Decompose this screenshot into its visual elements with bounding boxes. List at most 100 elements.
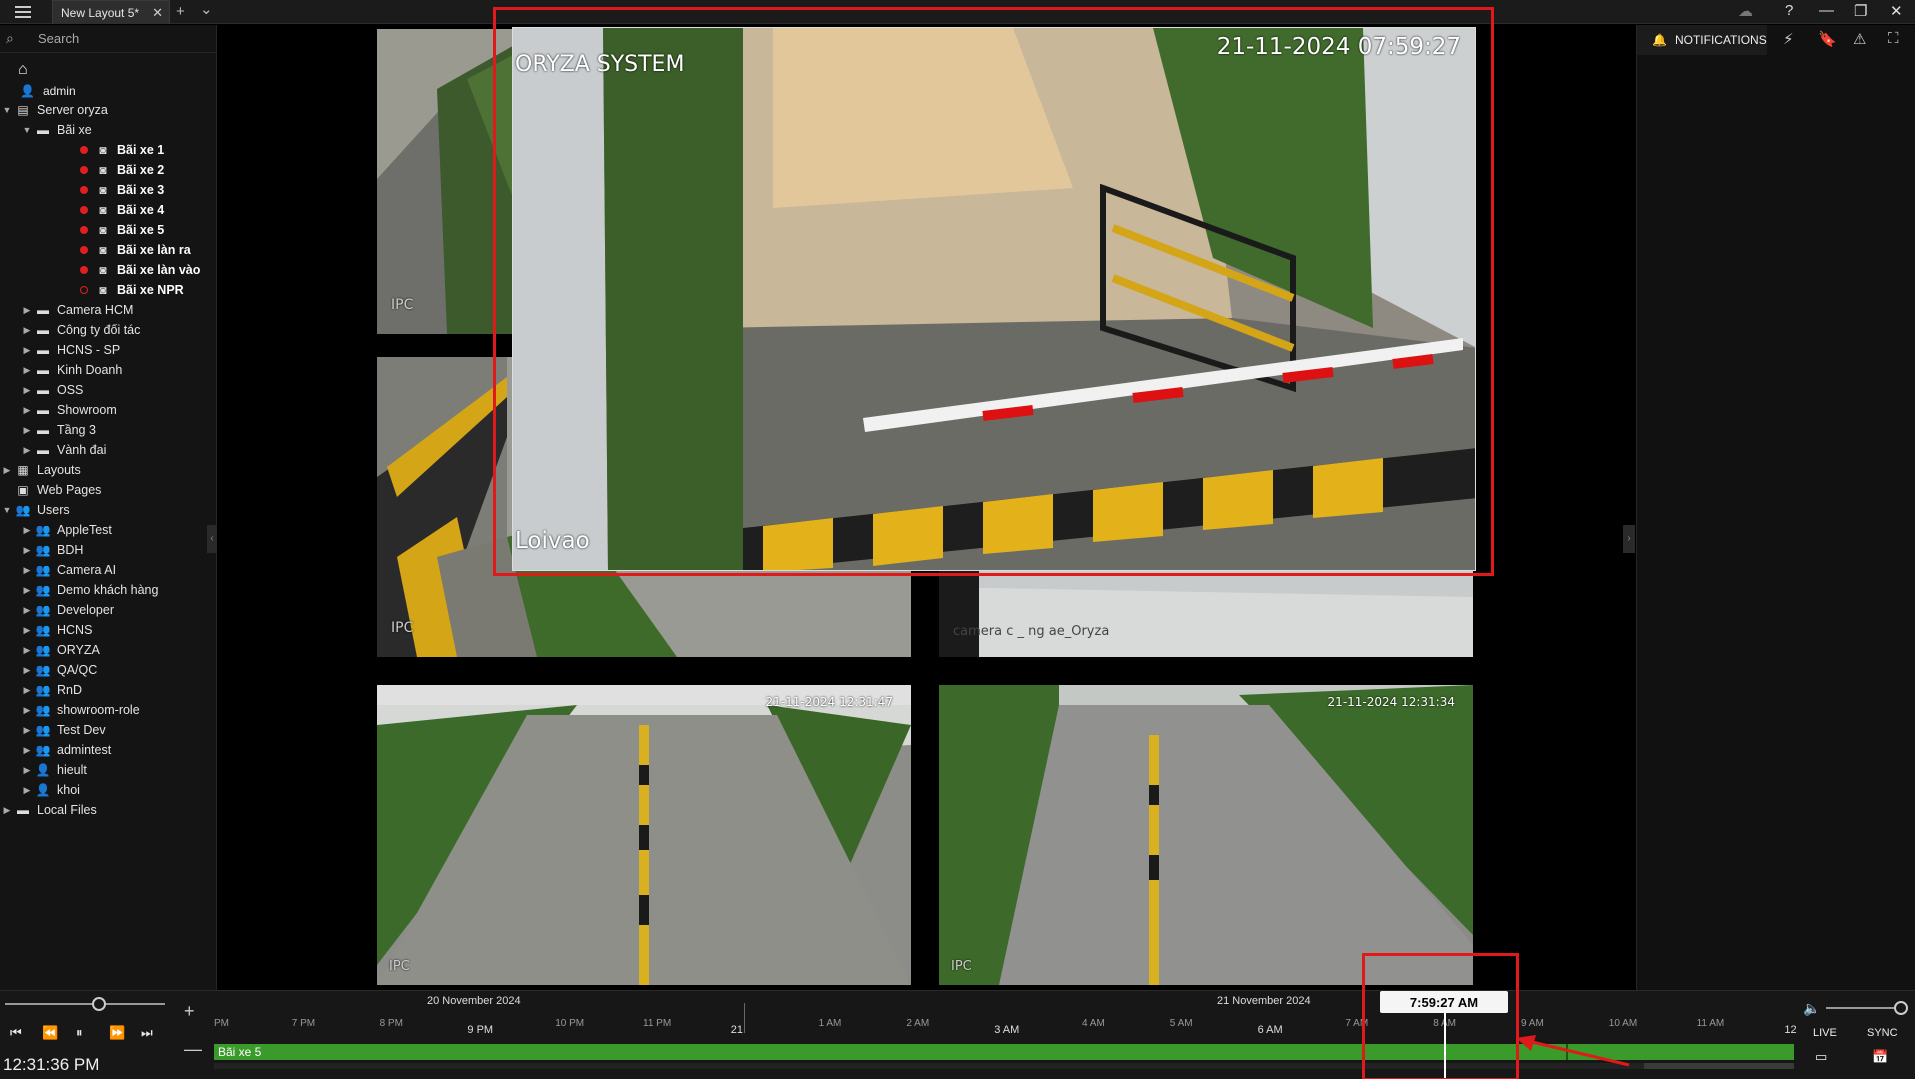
chevron-right-icon[interactable]: ▶ <box>20 785 34 796</box>
help-button[interactable]: ? <box>1785 2 1793 19</box>
timeline-zoom-in-button[interactable]: + <box>184 1001 195 1022</box>
chevron-right-icon[interactable]: ▶ <box>20 765 34 776</box>
rewind-icon[interactable]: ⏪ <box>42 1025 58 1041</box>
tree-item[interactable]: ▶ 👥 admintest <box>20 740 112 760</box>
tree-item[interactable]: ▶ 👤 hieult <box>20 760 87 780</box>
search-input[interactable]: ⌕ Search <box>0 25 217 53</box>
main-menu-button[interactable] <box>8 3 38 21</box>
restore-button[interactable]: ❐ <box>1854 2 1867 20</box>
chevron-down-icon[interactable]: ▼ <box>20 125 34 135</box>
tree-item[interactable]: ▶ 👥 Test Dev <box>20 720 106 740</box>
tree-item[interactable]: ▶ 👥 QA/QC <box>20 660 98 680</box>
chevron-right-icon[interactable]: ▶ <box>20 385 34 396</box>
tree-item[interactable]: ▶ ▬ Camera HCM <box>20 300 134 320</box>
camera-tile-bottom-left[interactable]: 21-11-2024 12:31:47 IPC <box>377 685 911 985</box>
chevron-right-icon[interactable]: ▶ <box>20 325 34 336</box>
tree-item[interactable]: ▶ 👥 showroom-role <box>20 700 140 720</box>
chevron-right-icon[interactable]: ▶ <box>20 445 34 456</box>
motion-icon[interactable]: ⚡ <box>1783 30 1794 48</box>
bookmark-icon[interactable]: 🔖 <box>1818 30 1837 48</box>
collapse-right-panel-button[interactable]: › <box>1623 525 1635 553</box>
tree-item[interactable]: ◙ Bãi xe 3 <box>40 180 164 200</box>
tree-item[interactable]: ◙ Bãi xe 1 <box>40 140 164 160</box>
minimize-button[interactable]: — <box>1819 2 1834 19</box>
chevron-right-icon[interactable]: ▶ <box>20 565 34 576</box>
tree-item[interactable]: ◙ Bãi xe NPR <box>40 280 184 300</box>
tree-item[interactable]: ▶ ▬ Showroom <box>20 400 117 420</box>
tab-close-icon[interactable]: ✕ <box>152 5 163 21</box>
tree-item[interactable]: ▶ 👤 khoi <box>20 780 80 800</box>
pause-icon[interactable]: ⏸ <box>76 1025 83 1041</box>
sync-button[interactable]: SYNC <box>1867 1027 1898 1039</box>
volume-slider[interactable] <box>1826 1007 1904 1009</box>
calendar-icon[interactable]: 📅 <box>1872 1049 1888 1065</box>
current-user[interactable]: 👤 admin <box>20 84 76 98</box>
chevron-right-icon[interactable]: ▶ <box>20 645 34 656</box>
tree-item[interactable]: ▶ ▬ Tầng 3 <box>20 420 96 440</box>
tree-item[interactable]: ▶ 👥 BDH <box>20 540 84 560</box>
tree-item[interactable]: ◙ Bãi xe làn vào <box>40 260 200 280</box>
tree-item[interactable]: ▣ Web Pages <box>0 480 101 500</box>
tree-item[interactable]: ▶ 👥 Developer <box>20 600 114 620</box>
chevron-right-icon[interactable]: ▶ <box>20 665 34 676</box>
tree-item[interactable]: ▶ ▬ Kinh Doanh <box>20 360 123 380</box>
collapse-left-panel-button[interactable]: ‹ <box>207 525 217 553</box>
warning-icon[interactable]: ⚠ <box>1853 30 1866 48</box>
playback-speed-slider[interactable] <box>5 1003 165 1005</box>
chevron-right-icon[interactable]: ▶ <box>20 745 34 756</box>
tree-item[interactable]: ▶ 👥 AppleTest <box>20 520 112 540</box>
fast-forward-icon[interactable]: ⏩ <box>109 1025 125 1041</box>
cloud-icon[interactable]: ☁ <box>1738 2 1753 20</box>
chevron-right-icon[interactable]: ▶ <box>0 465 14 476</box>
add-tab-button[interactable]: + <box>176 3 185 20</box>
tab-notifications[interactable]: 🔔 NOTIFICATIONS <box>1637 25 1767 55</box>
playback-speed-knob[interactable] <box>92 997 106 1011</box>
live-button[interactable]: LIVE <box>1813 1027 1837 1039</box>
tree-item[interactable]: ▶ 👥 ORYZA <box>20 640 100 660</box>
chevron-right-icon[interactable]: ▶ <box>20 305 34 316</box>
chevron-right-icon[interactable]: ▶ <box>20 585 34 596</box>
tab-layout[interactable]: New Layout 5* ✕ <box>52 0 170 24</box>
tree-item[interactable]: ◙ Bãi xe làn ra <box>40 240 191 260</box>
timeline-ruler[interactable]: 20 November 2024 21 November 2024 PM 7 PM… <box>214 953 1797 1079</box>
camera-tile-bottom-right[interactable]: 21-11-2024 12:31:34 IPC <box>939 685 1473 985</box>
tree-item[interactable]: ▶ 👥 Demo khách hàng <box>20 580 159 600</box>
tree-item[interactable]: ▼ ▬ Bãi xe <box>20 120 92 140</box>
chevron-right-icon[interactable]: ▶ <box>20 705 34 716</box>
timeline-zoom-out-button[interactable]: — <box>184 1039 202 1060</box>
tree-item[interactable]: ▼ 👥 Users <box>0 500 70 520</box>
tree-item[interactable]: ▶ ▬ Vành đai <box>20 440 107 460</box>
chevron-down-icon[interactable]: ▼ <box>0 105 14 115</box>
tree-item[interactable]: ▶ ▬ OSS <box>20 380 84 400</box>
chevron-right-icon[interactable]: ▶ <box>20 425 34 436</box>
tree-item[interactable]: ▶ ▬ HCNS - SP <box>20 340 121 360</box>
chevron-right-icon[interactable]: ▶ <box>20 725 34 736</box>
home-icon[interactable]: ⌂ <box>18 61 28 79</box>
tree-item[interactable]: ▶ ▦ Layouts <box>0 460 81 480</box>
close-window-button[interactable]: ✕ <box>1890 2 1903 20</box>
chevron-right-icon[interactable]: ▶ <box>0 805 14 816</box>
chevron-right-icon[interactable]: ▶ <box>20 345 34 356</box>
chevron-right-icon[interactable]: ▶ <box>20 405 34 416</box>
volume-knob[interactable] <box>1894 1001 1908 1015</box>
chevron-right-icon[interactable]: ▶ <box>20 605 34 616</box>
tree-item[interactable]: ▶ 👥 RnD <box>20 680 82 700</box>
tree-item[interactable]: ▶ 👥 Camera AI <box>20 560 117 580</box>
tree-item[interactable]: ◙ Bãi xe 5 <box>40 220 164 240</box>
tree-item[interactable]: ▼ ▤ Server oryza <box>0 100 108 120</box>
chevron-right-icon[interactable]: ▶ <box>20 545 34 556</box>
skip-start-icon[interactable]: ⏮ <box>10 1025 22 1041</box>
chevron-right-icon[interactable]: ▶ <box>20 625 34 636</box>
tree-item[interactable]: ▶ ▬ Local Files <box>0 800 97 820</box>
volume-icon[interactable]: 🔈 <box>1803 1000 1820 1017</box>
tree-item[interactable]: ▶ 👥 HCNS <box>20 620 93 640</box>
tree-item[interactable]: ◙ Bãi xe 4 <box>40 200 164 220</box>
fullscreen-icon[interactable]: ⛶ <box>1888 30 1899 47</box>
chevron-right-icon[interactable]: ▶ <box>20 685 34 696</box>
tree-item[interactable]: ▶ ▬ Công ty đối tác <box>20 320 141 340</box>
chevron-down-icon[interactable]: ▼ <box>0 505 14 515</box>
chevron-right-icon[interactable]: ▶ <box>20 365 34 376</box>
tab-list-dropdown-icon[interactable]: ⌄ <box>200 0 213 18</box>
chevron-right-icon[interactable]: ▶ <box>20 525 34 536</box>
skip-end-icon[interactable]: ⏭ <box>141 1025 153 1041</box>
